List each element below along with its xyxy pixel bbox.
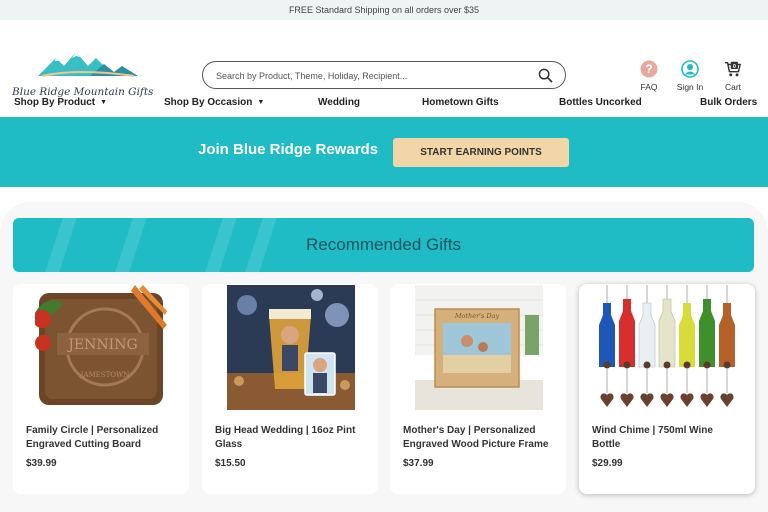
product-card[interactable]: Big Head Wedding | 16oz Pint Glass $15.5… bbox=[202, 284, 378, 494]
product-name[interactable]: Big Head Wedding | 16oz Pint Glass bbox=[215, 424, 365, 452]
nav-label: Bottles Uncorked bbox=[559, 97, 642, 108]
product-card[interactable]: Wind Chime | 750ml Wine Bottle $29.99 bbox=[579, 284, 755, 494]
product-name[interactable]: Mother's Day | Personalized Engraved Woo… bbox=[403, 424, 553, 452]
nav-wedding[interactable]: Wedding bbox=[318, 97, 360, 108]
mountain-logo-icon bbox=[38, 52, 138, 77]
product-image[interactable] bbox=[591, 285, 743, 410]
rewards-title: Join Blue Ridge Rewards bbox=[198, 141, 379, 158]
chevron-down-icon: ▼ bbox=[257, 99, 265, 106]
product-image[interactable] bbox=[227, 285, 359, 410]
search-bar[interactable] bbox=[202, 61, 566, 89]
picture-frame-image: Mother's Day bbox=[415, 285, 543, 410]
product-image[interactable]: JENNING JAMESTOWN bbox=[35, 285, 167, 410]
main-nav: Shop By Product ▼ Shop By Occasion ▼ Weddi… bbox=[0, 92, 768, 116]
search-icon[interactable] bbox=[538, 68, 553, 83]
nav-label: Bulk Orders bbox=[700, 97, 758, 108]
svg-text:JENNING: JENNING bbox=[66, 337, 137, 353]
product-name[interactable]: Family Circle | Personalized Engraved Cu… bbox=[26, 424, 176, 452]
product-price: $39.99 bbox=[26, 458, 57, 469]
product-name[interactable]: Wind Chime | 750ml Wine Bottle bbox=[592, 424, 742, 452]
cart-label: Cart bbox=[724, 82, 742, 92]
announcement-text: FREE Standard Shipping on all orders ove… bbox=[288, 5, 480, 15]
recommended-title: Recommended Gifts bbox=[306, 235, 461, 254]
product-price: $37.99 bbox=[403, 458, 434, 469]
cart-link[interactable]: 0 Cart bbox=[713, 60, 753, 92]
wind-chime-image bbox=[591, 285, 743, 410]
nav-shop-by-occasion[interactable]: Shop By Occasion ▼ bbox=[164, 97, 264, 108]
site-header: Blue Ridge Mountain Gifts ? FAQ Sign In … bbox=[0, 20, 768, 98]
start-earning-button[interactable]: START EARNING POINTS bbox=[393, 138, 569, 167]
nav-label: Wedding bbox=[318, 97, 361, 108]
svg-text:?: ? bbox=[645, 62, 652, 76]
question-icon: ? bbox=[640, 60, 658, 78]
product-card[interactable]: JENNING JAMESTOWN Family Circle | Person… bbox=[13, 284, 189, 494]
cutting-board-image: JENNING JAMESTOWN bbox=[35, 285, 167, 410]
faq-label: FAQ bbox=[640, 82, 658, 92]
search-input[interactable] bbox=[216, 68, 526, 83]
nav-label: Hometown Gifts bbox=[422, 97, 499, 108]
nav-bulk-orders[interactable]: Bulk Orders bbox=[700, 97, 757, 108]
chevron-down-icon: ▼ bbox=[100, 99, 108, 106]
product-card[interactable]: Mother's Day Mother's Day | Personalized… bbox=[390, 284, 566, 494]
rewards-banner: Join Blue Ridge Rewards START EARNING PO… bbox=[0, 117, 768, 187]
nav-bottles-uncorked[interactable]: Bottles Uncorked bbox=[559, 97, 642, 108]
faq-link[interactable]: ? FAQ bbox=[629, 60, 669, 92]
nav-shop-by-product[interactable]: Shop By Product ▼ bbox=[14, 97, 107, 108]
announcement-bar: FREE Standard Shipping on all orders ove… bbox=[0, 0, 768, 20]
recommended-header: Recommended Gifts bbox=[13, 218, 754, 272]
sign-in-link[interactable]: Sign In bbox=[670, 60, 710, 92]
pint-glass-image bbox=[227, 285, 355, 410]
nav-label: Shop By Product bbox=[14, 97, 96, 108]
cart-icon: 0 bbox=[724, 61, 741, 77]
nav-hometown-gifts[interactable]: Hometown Gifts bbox=[422, 97, 499, 108]
product-price: $29.99 bbox=[592, 458, 623, 469]
svg-text:Mother's Day: Mother's Day bbox=[454, 312, 500, 320]
product-price: $15.50 bbox=[215, 458, 246, 469]
svg-text:JAMESTOWN: JAMESTOWN bbox=[80, 371, 130, 379]
sign-in-label: Sign In bbox=[676, 82, 704, 92]
nav-label: Shop By Occasion bbox=[164, 97, 253, 108]
product-image[interactable]: Mother's Day bbox=[415, 285, 547, 410]
user-icon bbox=[681, 60, 699, 78]
